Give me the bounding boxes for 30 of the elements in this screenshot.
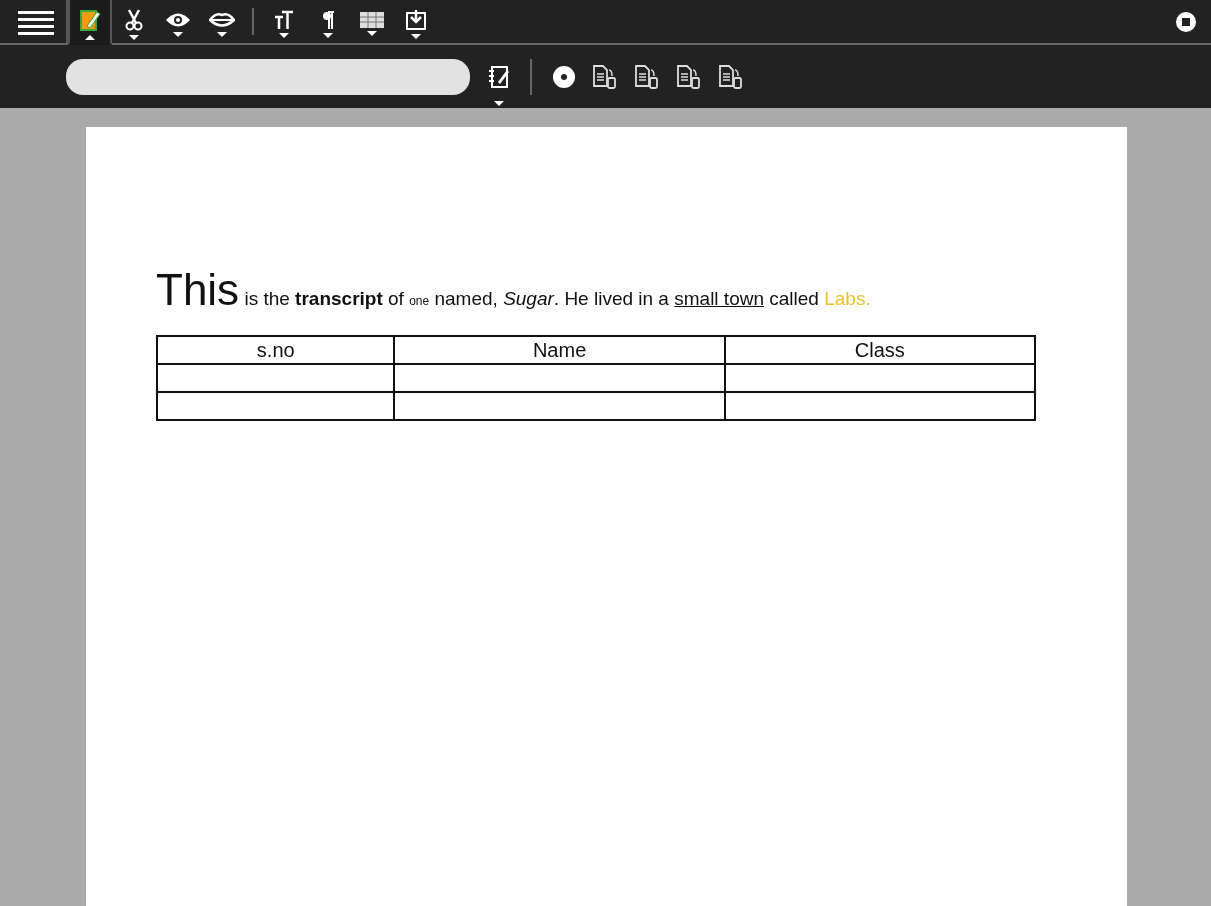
document-icon	[676, 63, 702, 90]
document-icon	[592, 63, 618, 90]
caret-icon	[323, 32, 333, 38]
text-size-icon	[274, 9, 294, 30]
document-paragraph: This is the transcript of one named, Sugar. He lived in a small town called Labs.	[156, 265, 872, 315]
stop-icon	[1175, 10, 1197, 33]
edit-tab[interactable]	[68, 0, 112, 45]
table-icon	[360, 11, 384, 28]
caret-icon	[129, 34, 139, 40]
menu-icon	[18, 8, 54, 35]
caret-icon	[411, 33, 421, 39]
caret-icon	[85, 34, 95, 40]
pilcrow-icon	[321, 9, 335, 30]
lips-icon	[209, 10, 235, 29]
table-header-cell: Name	[394, 336, 725, 364]
caret-icon	[494, 101, 504, 106]
disc-icon	[552, 64, 576, 89]
search-field[interactable]	[66, 58, 470, 95]
pencil-notebook-icon	[79, 7, 101, 32]
caret-icon	[173, 31, 183, 37]
table-header-cell: Class	[724, 336, 1035, 364]
table-header-cell: s.no	[157, 336, 395, 364]
download-box-icon	[405, 8, 427, 31]
caret-icon	[217, 31, 227, 37]
document-icon	[634, 63, 660, 90]
notebook-pencil-icon	[488, 64, 510, 89]
scissors-icon	[124, 7, 144, 32]
caret-icon	[279, 32, 289, 38]
caret-icon	[367, 30, 377, 36]
document-icon	[718, 63, 744, 90]
